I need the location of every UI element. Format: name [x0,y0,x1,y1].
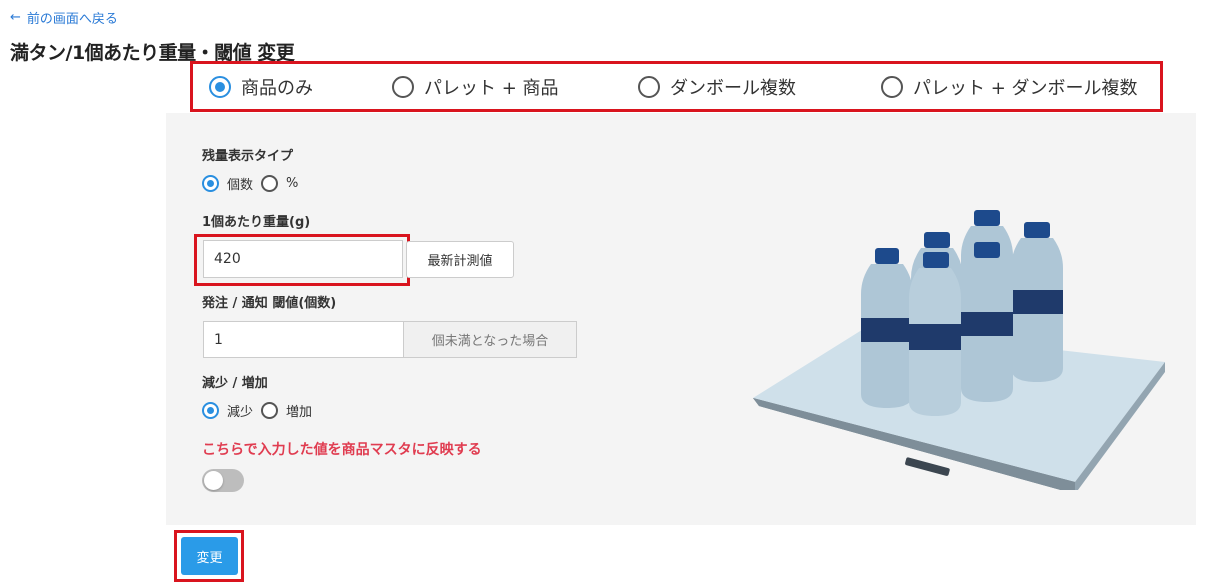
display-type-percent-label: % [286,176,299,191]
back-link[interactable]: ← 前の画面へ戻る [10,8,118,27]
submit-button[interactable]: 変更 [181,537,238,575]
measure-type-label: パレット + ダンボール複数 [913,77,1138,99]
measure-type-option-cardboard-multiple[interactable]: ダンボール複数 [638,64,796,109]
measure-type-label: 商品のみ [241,77,313,99]
measure-type-option-pallet-cardboard-multiple[interactable]: パレット + ダンボール複数 [881,64,1138,109]
radio-unchecked-icon[interactable] [392,75,414,98]
back-link-label: 前の画面へ戻る [26,12,118,27]
direction-increase-label: 増加 [286,405,313,420]
direction-increase-radio[interactable] [261,402,279,419]
latest-measurement-button[interactable]: 最新計測値 [406,241,514,278]
measure-type-radio-group: 商品のみ パレット + 商品 ダンボール複数 パレット + ダンボール複数 [190,61,1163,112]
threshold-label: 発注 / 通知 閾値(個数) [202,296,337,311]
measure-type-label: ダンボール複数 [670,77,796,99]
display-type-count-radio[interactable] [202,175,219,192]
display-type-label: 残量表示タイプ [202,149,294,164]
radio-unchecked-icon[interactable] [881,75,903,98]
direction-decrease-label: 減少 [227,405,254,420]
radio-unchecked-icon[interactable] [638,75,660,98]
direction-decrease-radio[interactable] [202,402,219,419]
direction-label: 減少 / 増加 [202,376,268,391]
bottle-icon [909,252,961,416]
toggle-knob [204,471,223,490]
bottle-icon [1011,222,1063,382]
reflect-to-master-text: こちらで入力した値を商品マスタに反映する [202,442,482,458]
reflect-to-master-toggle[interactable] [202,469,244,492]
display-type-percent-radio[interactable] [261,175,279,192]
measure-type-option-pallet-product[interactable]: パレット + 商品 [392,64,559,109]
display-type-radio-group: 個数 % [202,174,306,193]
bottle-icon [961,242,1013,402]
measure-type-option-product-only[interactable]: 商品のみ [209,64,313,109]
unit-weight-label: 1個あたり重量(g) [202,215,311,230]
radio-checked-icon[interactable] [209,75,231,98]
threshold-input[interactable]: 1 [203,321,404,358]
bottle-icon [861,248,913,408]
measure-type-label: パレット + 商品 [424,77,559,99]
unit-weight-input[interactable]: 420 [203,240,403,278]
threshold-suffix: 個未満となった場合 [403,321,577,358]
display-type-count-label: 個数 [227,178,254,193]
direction-radio-group: 減少 増加 [202,401,320,420]
back-arrow-icon: ← [10,10,21,25]
scale-with-bottles-illustration [753,210,1165,490]
scale-foot [905,457,950,476]
